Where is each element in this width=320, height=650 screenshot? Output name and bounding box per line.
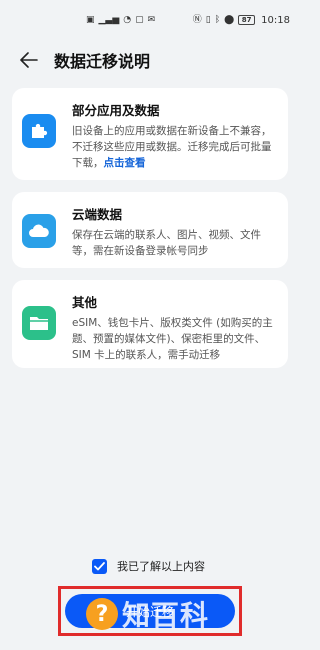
header: 数据迁移说明 <box>0 44 300 76</box>
page-title: 数据迁移说明 <box>54 52 151 71</box>
status-right: Ⓝ ▯ ᛒ ⬤ 87 10:18 <box>193 15 290 26</box>
card-description: 保存在云端的联系人、图片、视频、文件等，需在新设备登录帐号同步 <box>72 229 261 257</box>
status-bar: ▣ ▁▃▅ ◔ ▢ ✉ Ⓝ ▯ ᛒ ⬤ 87 10:18 <box>0 0 300 40</box>
status-left: ▣ ▁▃▅ ◔ ▢ ✉ <box>86 14 156 25</box>
vibrate-icon: ▯ <box>205 14 211 25</box>
wifi-icon: ◔ <box>123 14 132 25</box>
notification-icon: ▢ <box>135 14 144 25</box>
card-title: 云端数据 <box>72 207 123 222</box>
battery-indicator: 87 <box>238 15 256 25</box>
puzzle-icon <box>22 114 56 148</box>
agree-label: 我已了解以上内容 <box>117 560 205 573</box>
folder-icon <box>22 306 56 340</box>
card-description: eSIM、钱包卡片、版权类文件 (如购买的主题、预置的媒体文件)、保密柜里的文件… <box>72 317 273 361</box>
bluetooth-icon: ᛒ <box>214 14 221 25</box>
agree-row: 我已了解以上内容 <box>92 558 205 574</box>
card-other: 其他 eSIM、钱包卡片、版权类文件 (如购买的主题、预置的媒体文件)、保密柜里… <box>12 280 288 368</box>
card-title: 部分应用及数据 <box>72 103 160 118</box>
cloud-icon <box>22 214 56 248</box>
status-time: 10:18 <box>261 14 290 26</box>
card-partial-apps: 部分应用及数据 旧设备上的应用或数据在新设备上不兼容，不迁移这些应用或数据。迁移… <box>12 88 288 180</box>
card-cloud-data: 云端数据 保存在云端的联系人、图片、视频、文件等，需在新设备登录帐号同步 <box>12 192 288 268</box>
message-icon: ✉ <box>147 14 156 25</box>
view-link[interactable]: 点击查看 <box>104 157 146 169</box>
card-title: 其他 <box>72 295 98 310</box>
back-button[interactable] <box>14 45 44 75</box>
check-icon <box>94 561 105 570</box>
sim-icon: ▣ <box>86 14 95 25</box>
card-description: 旧设备上的应用或数据在新设备上不兼容，不迁移这些应用或数据。迁移完成后可批量下载… <box>72 125 272 169</box>
location-icon: ⬤ <box>224 14 235 25</box>
nfc-icon: Ⓝ <box>192 14 202 25</box>
agree-checkbox[interactable] <box>92 558 107 574</box>
signal-icon: ▁▃▅ <box>98 14 120 25</box>
highlight-box: 开始迁移 <box>58 586 242 636</box>
start-migration-button[interactable]: 开始迁移 <box>65 594 235 628</box>
arrow-left-icon <box>20 52 38 68</box>
